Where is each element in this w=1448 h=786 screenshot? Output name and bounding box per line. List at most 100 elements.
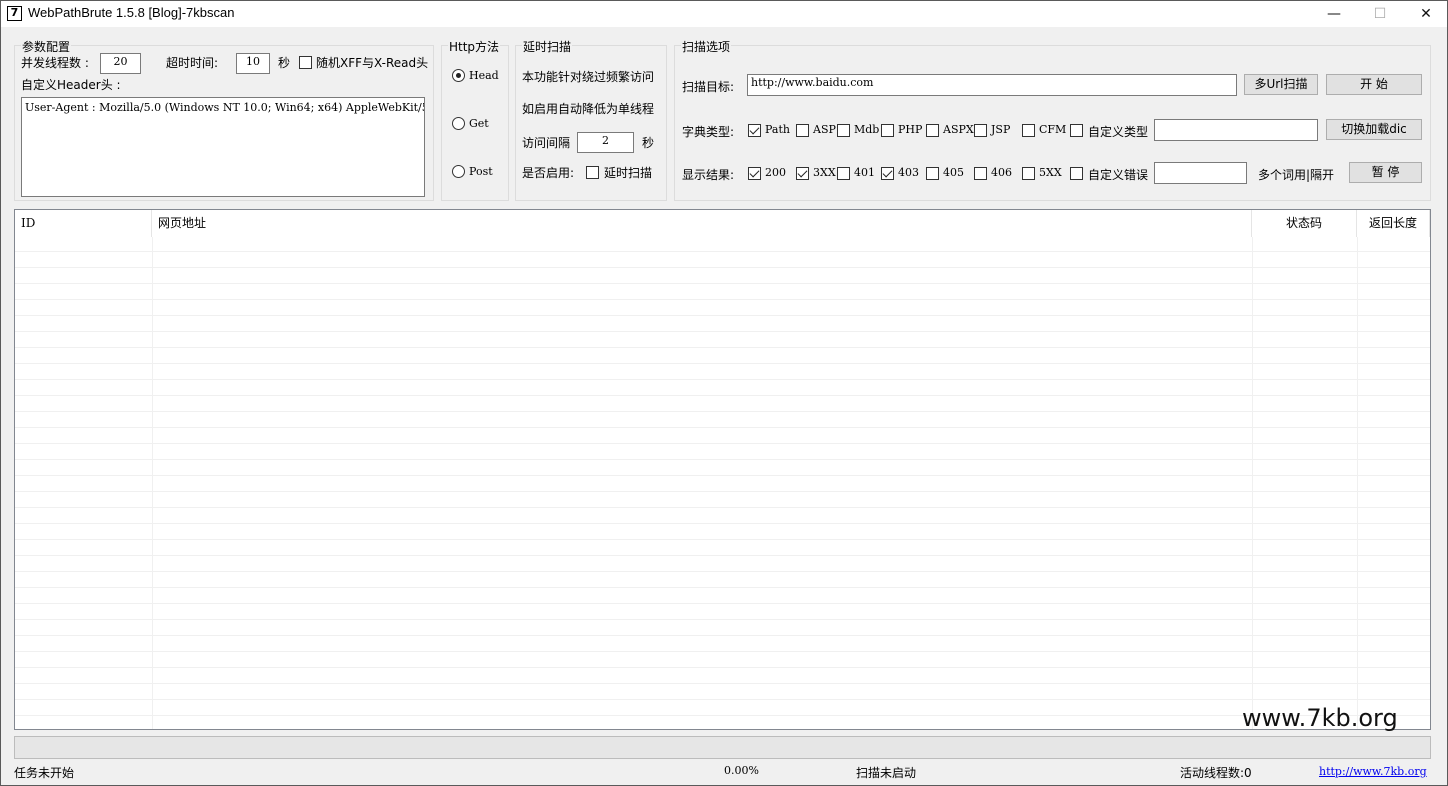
grid-row-line xyxy=(15,667,1430,668)
dict-path-label: Path xyxy=(765,123,790,136)
grid-row-line xyxy=(15,267,1430,268)
radio-get-label: Get xyxy=(469,117,489,130)
result-200-label: 200 xyxy=(765,166,786,179)
dict-path-checkbox[interactable] xyxy=(748,124,761,137)
radio-post-label: Post xyxy=(469,165,493,178)
radio-post[interactable] xyxy=(452,165,465,178)
random-xff-checkbox[interactable] xyxy=(299,56,312,69)
custom-error-input[interactable] xyxy=(1154,162,1247,184)
custom-type-input[interactable] xyxy=(1154,119,1318,141)
maximize-button[interactable]: ☐ xyxy=(1357,1,1403,27)
multi-url-button[interactable]: 多Url扫描 xyxy=(1244,74,1318,95)
header-label: 自定义Header头 : xyxy=(21,78,121,92)
pause-button[interactable]: 暂 停 xyxy=(1349,162,1422,183)
result-405-checkbox[interactable] xyxy=(926,167,939,180)
dict-aspx-label: ASPX xyxy=(943,123,974,136)
grid-row-line xyxy=(15,539,1430,540)
result-label: 显示结果: xyxy=(682,168,735,182)
custom-error-label: 自定义错误 xyxy=(1088,168,1149,182)
delay-enable-checkbox[interactable] xyxy=(586,166,599,179)
dict-jsp-checkbox[interactable] xyxy=(974,124,987,137)
watermark-text: www.7kb.org xyxy=(1242,704,1398,732)
grid-row-line xyxy=(15,507,1430,508)
result-406-checkbox[interactable] xyxy=(974,167,987,180)
dict-asp-label: ASP xyxy=(813,123,836,136)
website-link[interactable]: http://www.7kb.org xyxy=(1319,765,1427,778)
grid-row-line xyxy=(15,603,1430,604)
dict-aspx-checkbox[interactable] xyxy=(926,124,939,137)
progress-bar xyxy=(14,736,1431,759)
grid-row-line xyxy=(15,571,1430,572)
dict-mdb-checkbox[interactable] xyxy=(837,124,850,137)
delay-desc-2: 如启用自动降低为单线程 xyxy=(522,102,655,116)
grid-row-line xyxy=(15,363,1430,364)
grid-column-line xyxy=(152,237,153,729)
grid-row-line xyxy=(15,491,1430,492)
grid-row-line xyxy=(15,251,1430,252)
grid-row-line xyxy=(15,315,1430,316)
active-threads: 活动线程数:0 xyxy=(1180,766,1252,780)
result-406-label: 406 xyxy=(991,166,1012,179)
target-label: 扫描目标: xyxy=(682,80,735,94)
threads-input[interactable]: 20 xyxy=(100,53,141,74)
timeout-unit: 秒 xyxy=(278,56,291,70)
result-405-label: 405 xyxy=(943,166,964,179)
column-status-code[interactable]: 状态码 xyxy=(1252,210,1357,237)
delay-desc-1: 本功能针对绕过频繁访问 xyxy=(522,70,655,84)
result-401-checkbox[interactable] xyxy=(837,167,850,180)
task-status: 任务未开始 xyxy=(14,766,75,780)
results-table[interactable]: ID 网页地址 状态码 返回长度 xyxy=(14,209,1431,730)
column-url[interactable]: 网页地址 xyxy=(152,210,1252,237)
dict-cfm-checkbox[interactable] xyxy=(1022,124,1035,137)
dict-php-checkbox[interactable] xyxy=(881,124,894,137)
params-group-title: 参数配置 xyxy=(21,38,72,55)
radio-head-label: Head xyxy=(469,69,499,82)
close-button[interactable]: ✕ xyxy=(1403,1,1448,27)
dict-cfm-label: CFM xyxy=(1039,123,1067,136)
grid-row-line xyxy=(15,283,1430,284)
result-403-label: 403 xyxy=(898,166,919,179)
result-5xx-label: 5XX xyxy=(1039,166,1062,179)
grid-row-line xyxy=(15,523,1430,524)
start-button[interactable]: 开 始 xyxy=(1326,74,1422,95)
switch-dic-button[interactable]: 切换加载dic xyxy=(1326,119,1422,140)
grid-row-line xyxy=(15,635,1430,636)
progress-percent: 0.00% xyxy=(724,764,759,777)
interval-input[interactable]: 2 xyxy=(577,132,634,153)
column-length[interactable]: 返回长度 xyxy=(1357,210,1430,237)
radio-get[interactable] xyxy=(452,117,465,130)
result-200-checkbox[interactable] xyxy=(748,167,761,180)
grid-column-line xyxy=(1357,237,1358,729)
minimize-button[interactable]: — xyxy=(1311,1,1357,27)
app-window: 7 WebPathBrute 1.5.8 [Blog]-7kbscan — ☐ … xyxy=(0,0,1448,786)
grid-column-line xyxy=(1252,237,1253,729)
scan-options-title: 扫描选项 xyxy=(681,38,732,55)
http-method-title: Http方法 xyxy=(448,38,501,55)
radio-head[interactable] xyxy=(452,69,465,82)
timeout-label: 超时时间: xyxy=(166,56,219,70)
interval-label: 访问间隔 xyxy=(522,136,571,150)
dict-mdb-label: Mdb xyxy=(854,123,880,136)
custom-error-checkbox[interactable] xyxy=(1070,167,1083,180)
grid-row-line xyxy=(15,459,1430,460)
column-id[interactable]: ID xyxy=(15,210,152,237)
grid-row-line xyxy=(15,347,1430,348)
dict-asp-checkbox[interactable] xyxy=(796,124,809,137)
result-5xx-checkbox[interactable] xyxy=(1022,167,1035,180)
delay-enable-check-label: 延时扫描 xyxy=(604,166,653,180)
grid-row-line xyxy=(15,683,1430,684)
custom-type-checkbox[interactable] xyxy=(1070,124,1083,137)
window-title: WebPathBrute 1.5.8 [Blog]-7kbscan xyxy=(28,5,235,20)
target-input[interactable]: http://www.baidu.com xyxy=(747,74,1237,96)
result-3xx-label: 3XX xyxy=(813,166,836,179)
grid-row-line xyxy=(15,411,1430,412)
grid-row-line xyxy=(15,619,1430,620)
result-403-checkbox[interactable] xyxy=(881,167,894,180)
result-3xx-checkbox[interactable] xyxy=(796,167,809,180)
header-textarea[interactable]: User-Agent : Mozilla/5.0 (Windows NT 10.… xyxy=(21,97,425,197)
threads-label: 并发线程数 : xyxy=(21,56,89,70)
dict-type-label: 字典类型: xyxy=(682,125,735,139)
result-401-label: 401 xyxy=(854,166,875,179)
scan-status: 扫描未启动 xyxy=(856,766,917,780)
timeout-input[interactable]: 10 xyxy=(236,53,270,74)
